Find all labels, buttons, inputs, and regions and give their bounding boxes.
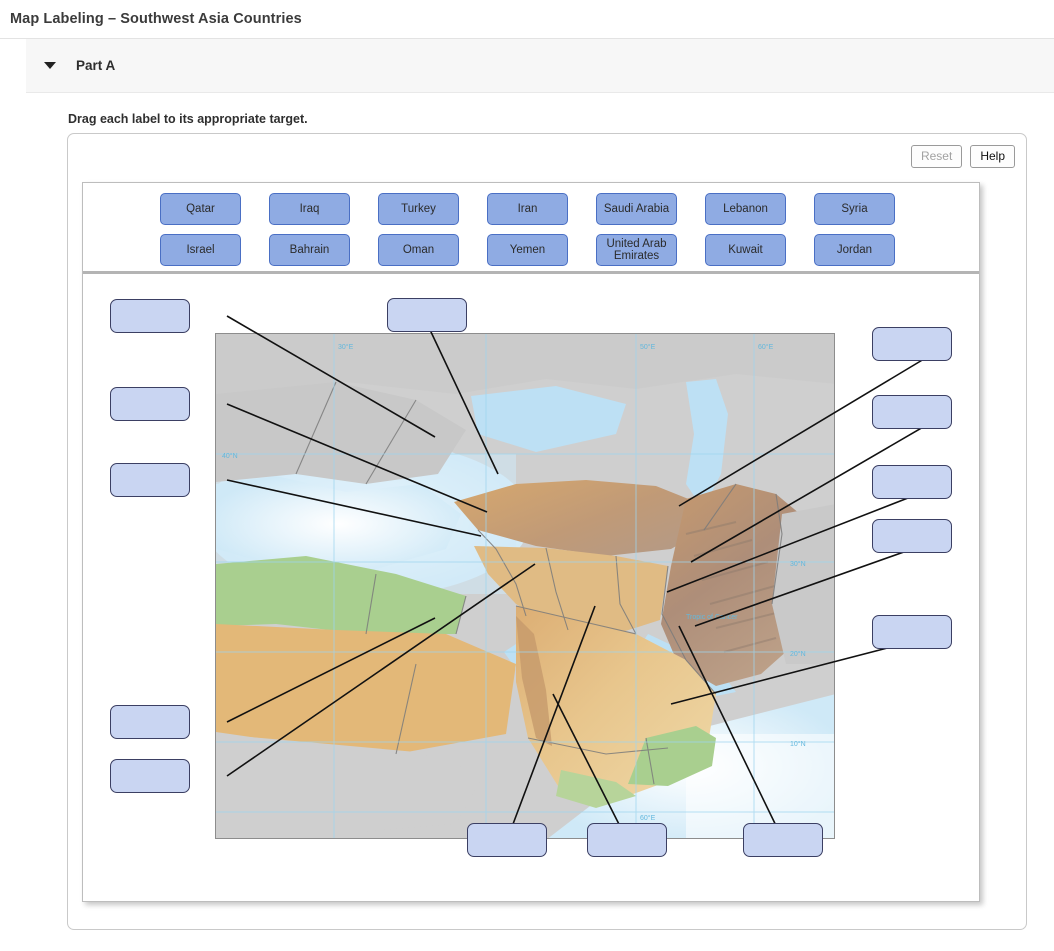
- draggable-label[interactable]: Iran: [487, 193, 568, 225]
- drop-target[interactable]: [872, 327, 952, 361]
- drop-target[interactable]: [110, 705, 190, 739]
- draggable-label[interactable]: Iraq: [269, 193, 350, 225]
- drop-target[interactable]: [110, 299, 190, 333]
- part-a-accordion-header[interactable]: Part A: [26, 39, 1054, 93]
- draggable-label[interactable]: United Arab Emirates: [596, 234, 677, 266]
- page-header: Map Labeling – Southwest Asia Countries: [0, 0, 1054, 39]
- drop-target[interactable]: [467, 823, 547, 857]
- draggable-label[interactable]: Syria: [814, 193, 895, 225]
- label-bank-row-2: Israel Bahrain Oman Yemen United Arab Em…: [83, 234, 979, 266]
- draggable-label[interactable]: Turkey: [378, 193, 459, 225]
- part-a-label: Part A: [76, 58, 116, 73]
- draggable-label[interactable]: Yemen: [487, 234, 568, 266]
- draggable-label[interactable]: Jordan: [814, 234, 895, 266]
- help-button[interactable]: Help: [970, 145, 1015, 168]
- drop-target[interactable]: [872, 465, 952, 499]
- map-stage: 30°E 50°E 60°E 40°N 30°N 20°N 10°N Tropi…: [83, 274, 979, 900]
- draggable-label[interactable]: Saudi Arabia: [596, 193, 677, 225]
- instruction-text: Drag each label to its appropriate targe…: [68, 112, 308, 126]
- page-title: Map Labeling – Southwest Asia Countries: [10, 11, 302, 27]
- drop-target[interactable]: [387, 298, 467, 332]
- drop-target[interactable]: [110, 463, 190, 497]
- drop-target[interactable]: [872, 615, 952, 649]
- drop-target[interactable]: [743, 823, 823, 857]
- drop-target[interactable]: [587, 823, 667, 857]
- leader-lines: [226, 314, 950, 841]
- draggable-label[interactable]: Lebanon: [705, 193, 786, 225]
- label-bank: Qatar Iraq Turkey Iran Saudi Arabia Leba…: [83, 183, 979, 274]
- drop-target[interactable]: [872, 395, 952, 429]
- draggable-label[interactable]: Qatar: [160, 193, 241, 225]
- drop-target[interactable]: [110, 759, 190, 793]
- reset-button[interactable]: Reset: [910, 145, 963, 168]
- draggable-label[interactable]: Oman: [378, 234, 459, 266]
- activity-toolbar: Reset Help: [910, 145, 1015, 168]
- drop-target[interactable]: [110, 387, 190, 421]
- drop-target[interactable]: [872, 519, 952, 553]
- caret-down-icon[interactable]: [44, 62, 56, 69]
- draggable-label[interactable]: Bahrain: [269, 234, 350, 266]
- label-bank-row-1: Qatar Iraq Turkey Iran Saudi Arabia Leba…: [83, 193, 979, 225]
- draggable-label[interactable]: Kuwait: [705, 234, 786, 266]
- drag-drop-workspace: Qatar Iraq Turkey Iran Saudi Arabia Leba…: [82, 182, 980, 902]
- activity-card: Reset Help Qatar Iraq Turkey Iran Saudi …: [67, 133, 1027, 930]
- draggable-label[interactable]: Israel: [160, 234, 241, 266]
